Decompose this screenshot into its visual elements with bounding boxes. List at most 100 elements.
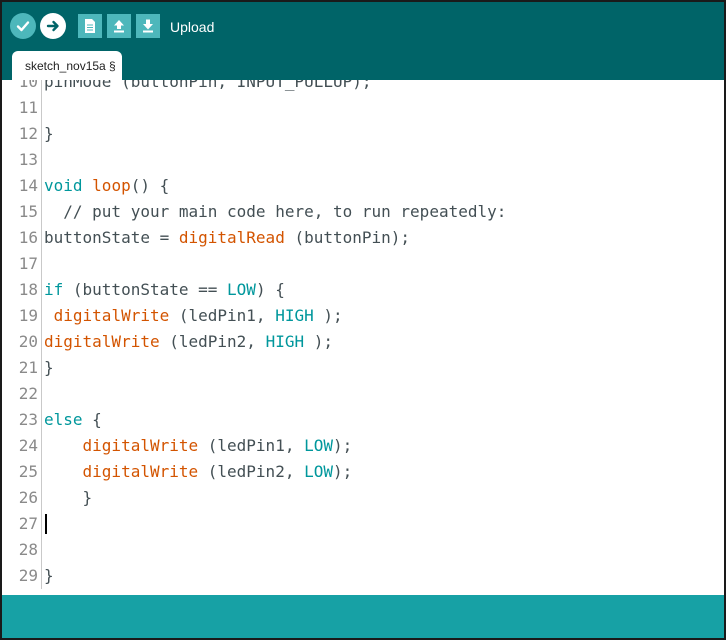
code-token: } bbox=[44, 566, 54, 585]
code-token: LOW bbox=[304, 436, 333, 455]
code-text: void loop() { bbox=[44, 173, 169, 199]
code-token: LOW bbox=[304, 462, 333, 481]
gutter-separator bbox=[41, 433, 42, 459]
code-line[interactable]: 28 bbox=[2, 537, 724, 563]
gutter-separator bbox=[41, 381, 42, 407]
line-number: 15 bbox=[18, 202, 38, 221]
code-token: ); bbox=[313, 306, 343, 325]
code-line[interactable]: 19 digitalWrite (ledPin1, HIGH ); bbox=[2, 303, 724, 329]
code-editor[interactable]: 10 pinMode (buttonPin, INPUT_PULLUP); 11 12… bbox=[2, 80, 724, 595]
ide-window: Upload sketch_nov15a § 10 pinMode (button… bbox=[0, 0, 726, 640]
code-token: HIGH bbox=[265, 332, 305, 351]
code-line[interactable]: 12} bbox=[2, 121, 724, 147]
code-token: (ledPin1, bbox=[169, 306, 276, 325]
text-cursor bbox=[45, 514, 47, 534]
code-token: (ledPin2, bbox=[159, 332, 266, 351]
code-token: digitalRead bbox=[178, 228, 285, 247]
code-token: } bbox=[44, 358, 54, 377]
gutter-separator bbox=[41, 251, 42, 277]
line-number: 21 bbox=[18, 358, 38, 377]
code-text: digitalWrite (ledPin1, LOW); bbox=[44, 433, 353, 459]
code-line[interactable]: 21} bbox=[2, 355, 724, 381]
line-number: 29 bbox=[18, 566, 38, 585]
code-text: buttonState = digitalRead (buttonPin); bbox=[44, 225, 410, 251]
gutter-separator bbox=[41, 277, 42, 303]
line-number: 11 bbox=[18, 98, 38, 117]
code-token: if bbox=[44, 280, 64, 299]
code-text: digitalWrite (ledPin2, HIGH ); bbox=[44, 329, 333, 355]
code-text: // put your main code here, to run repea… bbox=[44, 199, 506, 225]
code-token: (buttonPin); bbox=[284, 228, 411, 247]
arrow-right-icon bbox=[46, 20, 59, 32]
code-line[interactable]: 18 if (buttonState == LOW) { bbox=[2, 277, 724, 303]
code-token: digitalWrite bbox=[82, 436, 199, 455]
code-line[interactable]: 22 bbox=[2, 381, 724, 407]
line-number: 14 bbox=[18, 176, 38, 195]
upload-button[interactable] bbox=[40, 13, 66, 39]
gutter-separator bbox=[41, 355, 42, 381]
gutter-separator bbox=[41, 80, 42, 95]
code-text: digitalWrite (ledPin1, HIGH ); bbox=[44, 303, 343, 329]
code-line[interactable]: 20 digitalWrite (ledPin2, HIGH ); bbox=[2, 329, 724, 355]
code-token: } bbox=[44, 488, 93, 507]
verify-button[interactable] bbox=[10, 13, 36, 39]
line-number: 20 bbox=[18, 332, 38, 351]
arrow-down-icon bbox=[143, 19, 153, 33]
code-line[interactable]: 25 digitalWrite (ledPin2, LOW); bbox=[2, 459, 724, 485]
code-token: (buttonState == bbox=[63, 280, 228, 299]
code-token: digitalWrite bbox=[82, 462, 199, 481]
code-token: buttonState = bbox=[44, 228, 179, 247]
code-line[interactable]: 10 pinMode (buttonPin, INPUT_PULLUP); bbox=[2, 80, 724, 95]
tab-bar: sketch_nov15a § bbox=[2, 48, 724, 80]
tab-label: sketch_nov15a § bbox=[25, 58, 116, 73]
code-line[interactable]: 24 digitalWrite (ledPin1, LOW); bbox=[2, 433, 724, 459]
gutter-separator bbox=[41, 511, 42, 537]
tab-sketch[interactable]: sketch_nov15a § bbox=[12, 51, 122, 80]
line-number: 10 bbox=[18, 80, 38, 91]
gutter-separator bbox=[41, 407, 42, 433]
code-text: else { bbox=[44, 407, 102, 433]
line-number: 13 bbox=[18, 150, 38, 169]
code-token: ); bbox=[304, 332, 333, 351]
code-token: } bbox=[44, 124, 54, 143]
gutter-separator bbox=[41, 329, 42, 355]
gutter-separator bbox=[41, 303, 42, 329]
document-icon bbox=[85, 19, 95, 33]
gutter-separator bbox=[41, 173, 42, 199]
code-line[interactable]: 27 bbox=[2, 511, 724, 537]
line-number: 17 bbox=[18, 254, 38, 273]
code-line[interactable]: 17 bbox=[2, 251, 724, 277]
new-sketch-button[interactable] bbox=[78, 14, 102, 38]
code-token: void bbox=[44, 176, 83, 195]
save-button[interactable] bbox=[136, 14, 160, 38]
arrow-up-icon bbox=[114, 20, 124, 33]
code-line[interactable]: 15 // put your main code here, to run re… bbox=[2, 199, 724, 225]
code-token: digitalWrite bbox=[53, 306, 170, 325]
code-line[interactable]: 16 buttonState = digitalRead (buttonPin); bbox=[2, 225, 724, 251]
gutter-separator bbox=[41, 459, 42, 485]
code-line[interactable]: 29} bbox=[2, 563, 724, 589]
open-button[interactable] bbox=[107, 14, 131, 38]
toolbar: Upload bbox=[2, 2, 724, 48]
code-line[interactable]: 26 } bbox=[2, 485, 724, 511]
code-text: pinMode (buttonPin, INPUT_PULLUP); bbox=[44, 80, 372, 95]
code-line[interactable]: 13 bbox=[2, 147, 724, 173]
code-text: } bbox=[44, 563, 54, 589]
gutter-separator bbox=[41, 537, 42, 563]
code-text: } bbox=[44, 485, 93, 511]
code-token: loop bbox=[92, 176, 131, 195]
status-bar bbox=[2, 595, 724, 638]
check-icon bbox=[16, 21, 30, 32]
code-token: { bbox=[82, 410, 102, 429]
code-text: if (buttonState == LOW) { bbox=[44, 277, 285, 303]
code-token: // put your main code here, to run repea… bbox=[44, 202, 507, 221]
code-line[interactable]: 11 bbox=[2, 95, 724, 121]
gutter-separator bbox=[41, 199, 42, 225]
code-line[interactable]: 14 void loop() { bbox=[2, 173, 724, 199]
code-token: LOW bbox=[227, 280, 256, 299]
line-number: 12 bbox=[18, 124, 38, 143]
code-token: pinMode (buttonPin, INPUT_PULLUP); bbox=[44, 80, 372, 91]
line-number: 28 bbox=[18, 540, 38, 559]
code-line[interactable]: 23 else { bbox=[2, 407, 724, 433]
